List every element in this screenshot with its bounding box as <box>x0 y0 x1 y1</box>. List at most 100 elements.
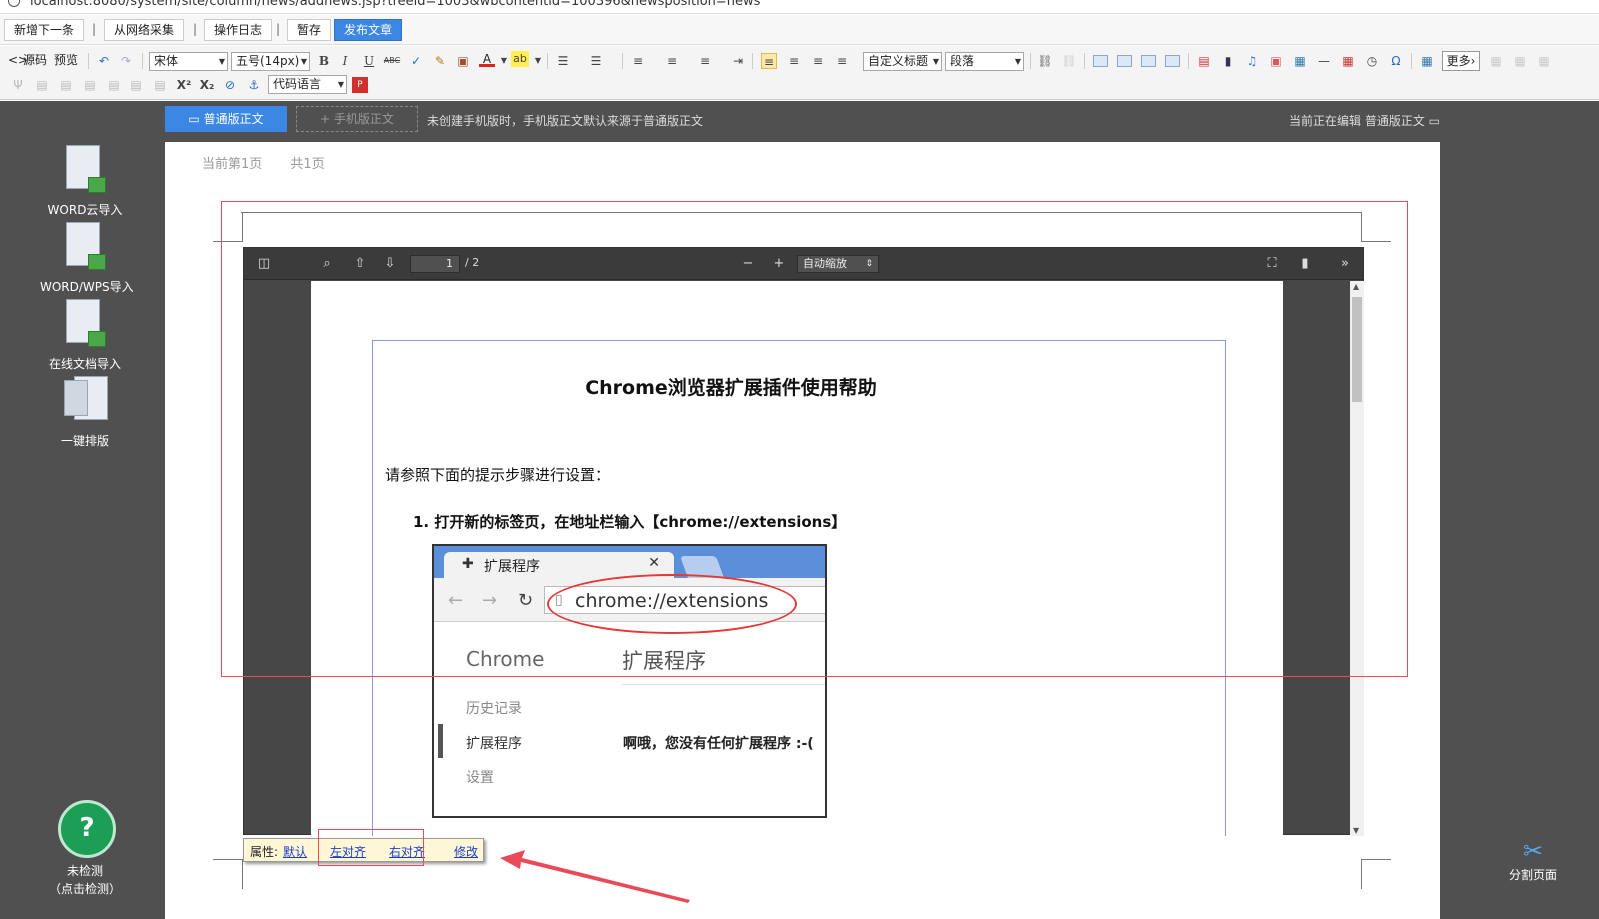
table-insert-col-icon[interactable]: ▤ <box>82 77 98 93</box>
sidebar-toggle-icon[interactable]: ◫ <box>254 254 274 274</box>
zoom-out-button[interactable]: − <box>738 254 758 274</box>
insert-attachment-icon[interactable]: ▣ <box>1268 53 1284 69</box>
paste-icon[interactable]: ▣ <box>455 53 471 69</box>
code-language-select[interactable]: 代码语言 ▼ <box>268 75 347 94</box>
table-delete-col-icon[interactable]: ▤ <box>106 77 122 93</box>
redo-icon[interactable]: ↷ <box>118 53 134 69</box>
table-split-icon[interactable]: Ψ <box>10 77 26 93</box>
line-spacing-icon[interactable]: ≡ <box>630 53 646 69</box>
image-float-left-icon[interactable] <box>1117 55 1132 67</box>
subscript-button[interactable]: X₂ <box>197 77 217 93</box>
operation-log-button[interactable]: 操作日志 <box>204 19 273 41</box>
insert-image-icon[interactable]: ▤ <box>1196 53 1212 69</box>
unordered-list-icon[interactable]: ☰ <box>588 53 604 69</box>
anchor-icon[interactable]: ⚓ <box>246 77 262 93</box>
image-center-icon[interactable] <box>1165 55 1180 67</box>
extensions-heading: 扩展程序 <box>622 649 706 673</box>
pdf-scrollbar[interactable]: ▲ ▼ <box>1350 281 1364 836</box>
table-row-icon[interactable]: ▦ <box>1488 53 1504 69</box>
insert-date-icon[interactable]: ▦ <box>1340 53 1356 69</box>
tab-mobile-version[interactable]: + 手机版正文 <box>296 106 418 132</box>
align-left-icon[interactable]: ≡ <box>761 53 777 69</box>
help-check-button[interactable]: 未检测 （点击检测） <box>30 862 140 898</box>
insert-template-icon[interactable]: ▦ <box>1292 53 1308 69</box>
pdf-page: Chrome浏览器扩展插件使用帮助 请参照下面的提示步骤进行设置： 1. 打开新… <box>311 281 1283 836</box>
bold-button[interactable]: B <box>316 53 332 69</box>
word-wps-import-button[interactable]: WORD/WPS导入 <box>40 220 134 295</box>
more-button[interactable]: 更多› <box>1442 51 1480 71</box>
font-size-select[interactable]: 五号(14px) ▼ <box>231 52 310 71</box>
indent-icon[interactable]: ⇥ <box>730 53 746 69</box>
attr-default-link[interactable]: 默认 <box>283 843 307 860</box>
site-info-icon[interactable] <box>8 0 20 7</box>
align-justify-icon[interactable]: ≡ <box>834 53 850 69</box>
row-spacing-icon[interactable]: ≡ <box>697 53 713 69</box>
align-right-icon[interactable]: ≡ <box>810 53 826 69</box>
table-delete-row-icon[interactable]: ▤ <box>58 77 74 93</box>
align-center-icon[interactable]: ≡ <box>786 53 802 69</box>
remove-format-icon[interactable]: ⊘ <box>222 77 238 93</box>
word-cloud-import-button[interactable]: WORD云导入 <box>40 143 130 218</box>
paragraph-select[interactable]: 段落 ▼ <box>945 52 1024 71</box>
preview-button[interactable]: 预览 <box>52 51 80 71</box>
table-col-icon[interactable]: ▦ <box>1512 53 1528 69</box>
superscript-button[interactable]: X² <box>174 77 194 93</box>
attr-modify-link[interactable]: 修改 <box>454 843 478 860</box>
zoom-select[interactable]: 自动缩放 ⇕ <box>797 255 879 273</box>
search-icon[interactable]: ⌕ <box>317 254 337 274</box>
page-number-input[interactable]: 1 <box>410 255 460 273</box>
previous-page-icon[interactable]: ⇧ <box>350 254 370 274</box>
publish-button[interactable]: 发布文章 <box>334 19 403 41</box>
draft-button[interactable]: 暂存 <box>287 19 332 41</box>
special-char-icon[interactable]: Ω <box>1388 53 1404 69</box>
strikethrough-button[interactable]: ABC <box>382 53 402 69</box>
word-cloud-import-label: WORD云导入 <box>47 203 123 217</box>
collect-web-button[interactable]: 从网络采集 <box>104 19 185 41</box>
one-click-layout-button[interactable]: 一键排版 <box>40 374 130 449</box>
browser-url-bar[interactable]: localhost:8080/system/site/column/news/a… <box>0 0 1599 14</box>
underline-button[interactable]: U <box>361 53 377 69</box>
insert-time-icon[interactable]: ◷ <box>1364 53 1380 69</box>
pdf-viewer[interactable]: ◫ ⌕ ⇧ ⇩ 1 / 2 − + 自动缩放 ⇕ ⛶ ▮ » Chrome浏览器扩… <box>243 247 1364 836</box>
next-page-icon[interactable]: ⇩ <box>380 254 400 274</box>
image-float-right-icon[interactable] <box>1141 55 1156 67</box>
divider <box>622 684 825 685</box>
pdf-icon[interactable]: P <box>352 77 368 93</box>
zoom-in-button[interactable]: + <box>769 254 789 274</box>
help-check-icon[interactable]: ? <box>58 800 116 858</box>
horizontal-rule-icon[interactable]: — <box>1316 53 1332 69</box>
scroll-down-icon[interactable]: ▼ <box>1353 826 1359 835</box>
paragraph-spacing-icon[interactable]: ≡ <box>664 53 680 69</box>
table-merge-icon[interactable]: ▦ <box>1536 53 1552 69</box>
unlink-icon[interactable]: ⛓ <box>1061 53 1077 69</box>
table-merge-down-icon[interactable]: ▤ <box>152 77 168 93</box>
spellcheck-icon[interactable]: ✓ <box>408 53 424 69</box>
highlight-arrow-icon[interactable]: ▼ <box>530 53 546 69</box>
table-merge-right-icon[interactable]: ▤ <box>128 77 144 93</box>
font-family-select[interactable]: 宋体 ▼ <box>149 52 228 71</box>
bookmark-icon[interactable]: ▮ <box>1295 254 1315 274</box>
table-insert-row-icon[interactable]: ▤ <box>34 77 50 93</box>
online-doc-import-button[interactable]: 在线文档导入 <box>40 297 130 372</box>
tab-normal-version[interactable]: ▭ 普通版正文 <box>165 106 287 132</box>
undo-icon[interactable]: ↶ <box>96 53 112 69</box>
fullscreen-icon[interactable]: ⛶ <box>1262 254 1282 274</box>
custom-heading-select[interactable]: 自定义标题 ▼ <box>863 52 942 71</box>
source-button[interactable]: 源码 <box>22 51 48 71</box>
highlight-button[interactable]: ab <box>511 51 529 67</box>
insert-table-icon[interactable]: ▦ <box>1419 53 1435 69</box>
image-float-none-icon[interactable] <box>1093 55 1108 67</box>
link-icon[interactable]: ⛓ <box>1037 53 1053 69</box>
font-color-button[interactable]: A <box>479 51 495 67</box>
font-color-arrow-icon[interactable]: ▼ <box>496 53 512 69</box>
format-painter-icon[interactable]: ✎ <box>432 53 448 69</box>
scroll-up-icon[interactable]: ▲ <box>1353 282 1359 291</box>
ordered-list-icon[interactable]: ☰ <box>555 53 571 69</box>
tools-menu-icon[interactable]: » <box>1335 254 1355 274</box>
scrollbar-thumb[interactable] <box>1352 297 1362 402</box>
add-next-button[interactable]: 新增下一条 <box>4 19 85 41</box>
insert-video-icon[interactable]: ▮ <box>1220 53 1236 69</box>
split-page-button[interactable]: ✂ 分割页面 <box>1503 836 1563 883</box>
italic-button[interactable]: I <box>337 53 353 69</box>
insert-music-icon[interactable]: ♫ <box>1244 53 1260 69</box>
